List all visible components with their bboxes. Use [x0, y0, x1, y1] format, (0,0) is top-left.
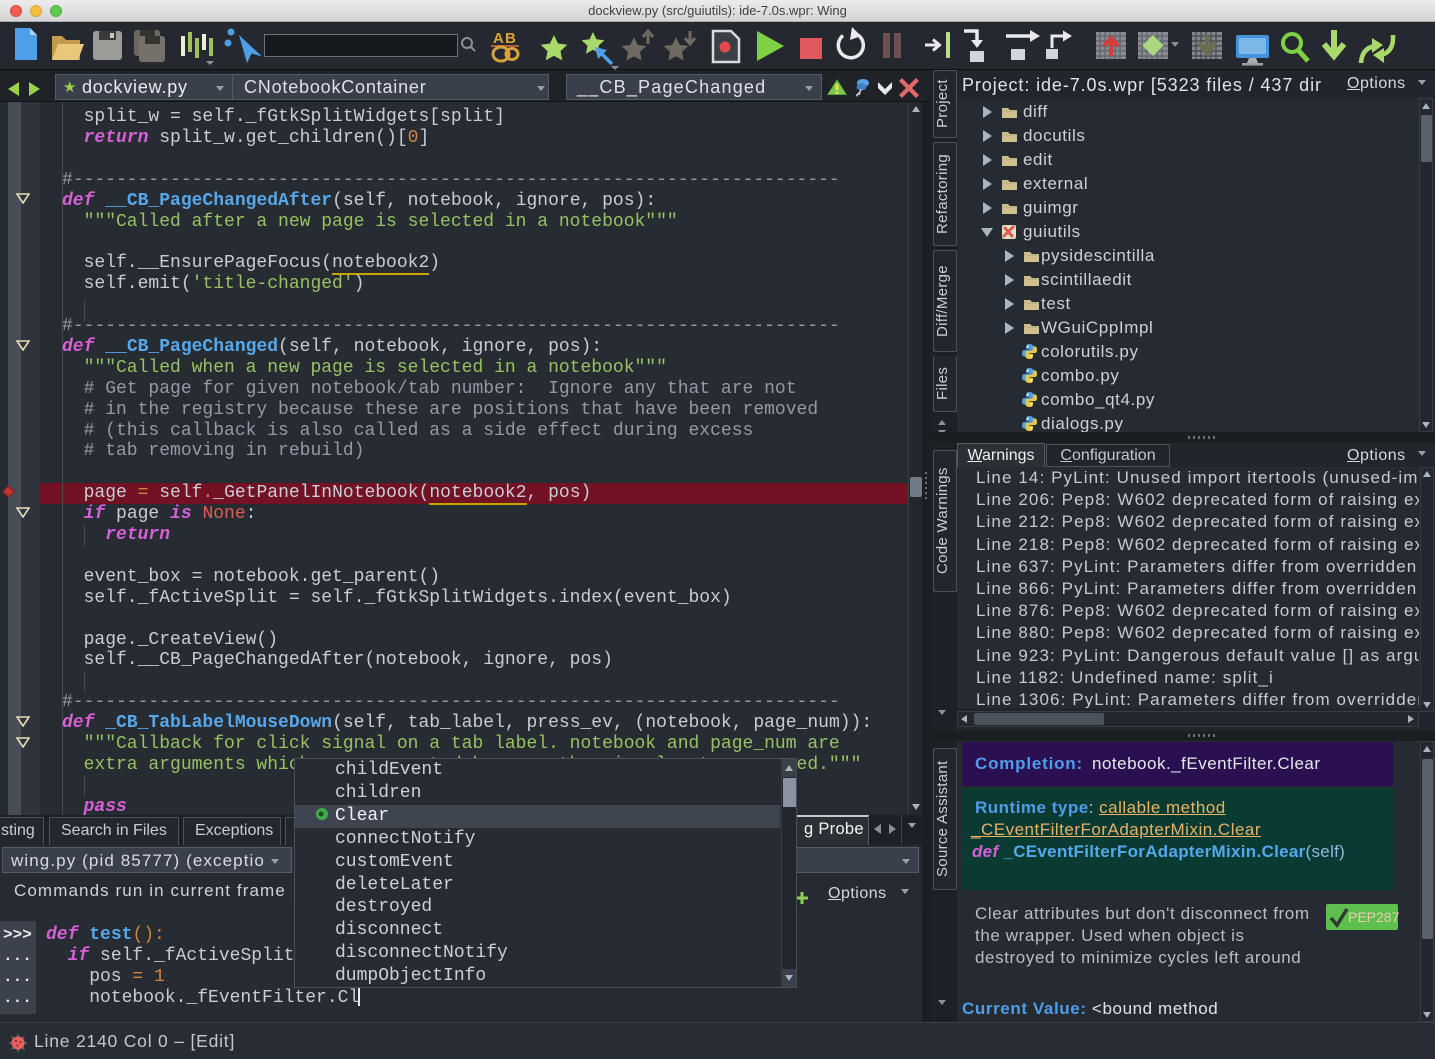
svg-text:B: B	[505, 30, 516, 47]
svg-text:A: A	[493, 30, 504, 47]
